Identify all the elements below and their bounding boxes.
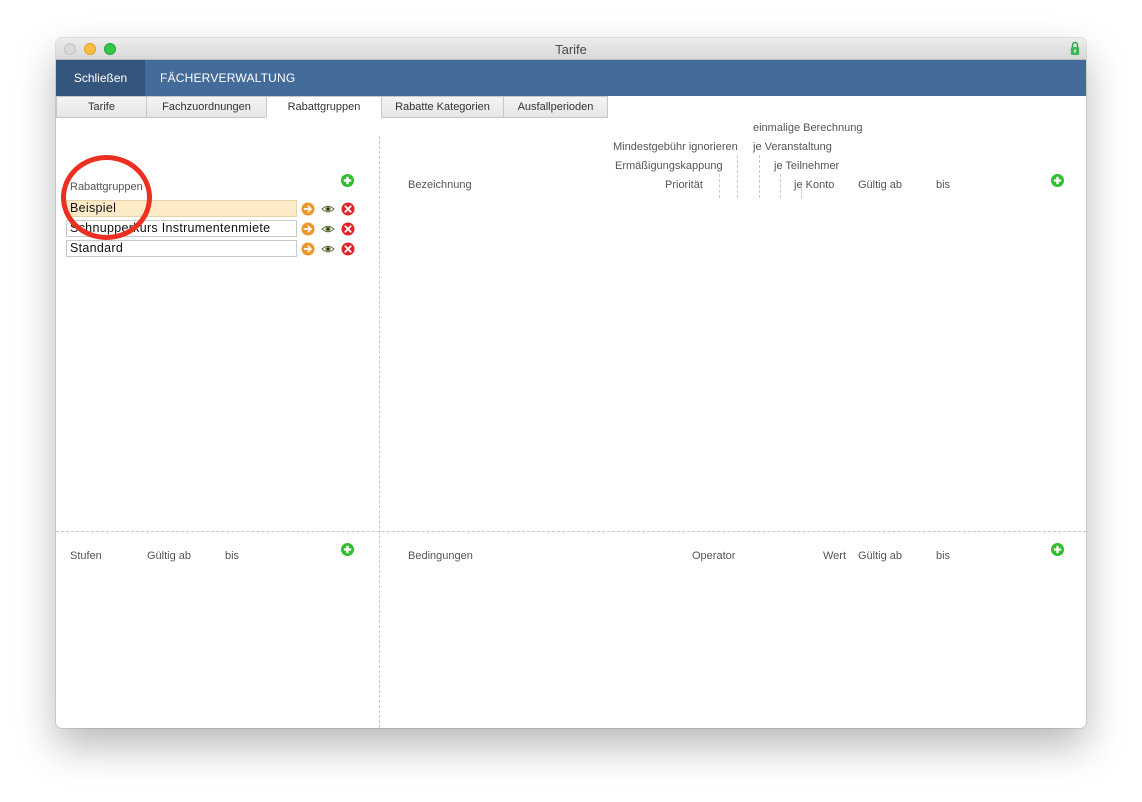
faecherverwaltung-button[interactable]: FÄCHERVERWALTUNG [160, 60, 295, 96]
tab-fachzuordnungen[interactable]: Fachzuordnungen [146, 96, 267, 118]
eye-icon[interactable] [321, 242, 335, 256]
column-separator [759, 155, 760, 198]
window-title: Tarife [555, 42, 587, 57]
column-separator [780, 174, 781, 198]
arrow-right-circle-icon[interactable] [301, 202, 315, 216]
column-separator [719, 174, 720, 198]
col-bedingungen-gueltig-ab: Gültig ab [858, 550, 903, 562]
col-stufen: Stufen [70, 550, 102, 562]
col-stufen-gueltig-ab: Gültig ab [147, 550, 192, 562]
col-prioritaet: Priorität [665, 179, 703, 191]
col-gueltig-ab: Gültig ab [858, 179, 903, 191]
col-einmalige-berechnung: einmalige Berechnung [753, 122, 863, 134]
close-button[interactable]: Schließen [56, 60, 145, 96]
tab-ausfallperioden[interactable]: Ausfallperioden [503, 96, 608, 118]
add-rabattgruppe-icon[interactable] [341, 174, 354, 187]
arrow-right-circle-icon[interactable] [301, 242, 315, 256]
tab-tarife[interactable]: Tarife [56, 96, 147, 118]
add-stufe-icon[interactable] [341, 543, 354, 556]
rabattgruppen-header: Rabattgruppen [70, 181, 143, 193]
x-circle-icon[interactable] [341, 222, 355, 236]
col-bedingungen-bis: bis [936, 550, 951, 562]
rabattgruppe-row-beispiel[interactable]: Beispiel [66, 200, 297, 217]
col-ermaessigungskappung: Ermäßigungskappung [615, 160, 723, 172]
eye-icon[interactable] [321, 222, 335, 236]
col-bezeichnung: Bezeichnung [408, 179, 472, 191]
arrow-right-circle-icon[interactable] [301, 222, 315, 236]
x-circle-icon[interactable] [341, 202, 355, 216]
x-circle-icon[interactable] [341, 242, 355, 256]
column-separator [737, 155, 738, 198]
add-bedingung-icon[interactable] [1051, 543, 1064, 556]
col-operator: Operator [692, 550, 736, 562]
rabattgruppe-row-schnupperkurs[interactable]: Schnupperkurs Instrumentenmiete [66, 220, 297, 237]
col-stufen-bis: bis [225, 550, 240, 562]
col-wert: Wert [823, 550, 847, 562]
menu-bar: Schließen FÄCHERVERWALTUNG [56, 60, 1086, 96]
rabattgruppe-row-standard[interactable]: Standard [66, 240, 297, 257]
eye-icon[interactable] [321, 202, 335, 216]
col-je-veranstaltung: je Veranstaltung [753, 141, 832, 153]
title-bar: Tarife [56, 38, 1086, 60]
horizontal-divider [56, 531, 1086, 532]
col-mindestgebuehr-ignorieren: Mindestgebühr ignorieren [613, 141, 738, 153]
add-rabatt-icon[interactable] [1051, 174, 1064, 187]
col-bedingungen: Bedingungen [408, 550, 473, 562]
tarife-window: Tarife Schließen FÄCHERVERWALTUNG Tarife… [56, 38, 1086, 728]
tab-rabattgruppen[interactable]: Rabattgruppen [266, 96, 382, 118]
tab-bar: Tarife Fachzuordnungen Rabattgruppen Rab… [56, 96, 1086, 118]
col-je-teilnehmer: je Teilnehmer [774, 160, 840, 172]
col-bis: bis [936, 179, 951, 191]
vertical-divider [379, 136, 380, 728]
column-separator [801, 188, 802, 198]
tab-rabatte-kategorien[interactable]: Rabatte Kategorien [381, 96, 504, 118]
lock-icon [1070, 41, 1080, 55]
